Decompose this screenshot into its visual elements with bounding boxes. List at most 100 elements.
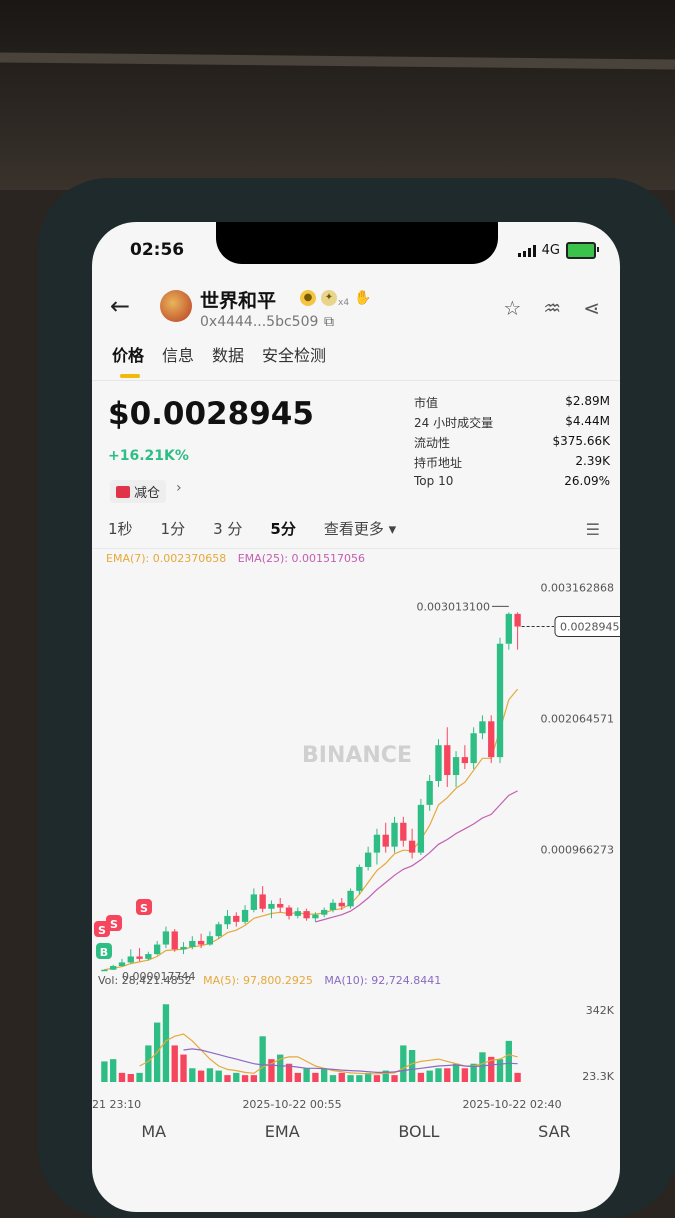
reduce-position-button[interactable]: 减仓 — [110, 480, 167, 503]
volume-tick-label: 23.3K — [582, 1070, 614, 1083]
tab-price[interactable]: 价格 — [112, 342, 144, 366]
candle — [294, 911, 301, 916]
interval-1s[interactable]: 1秒 — [108, 518, 133, 539]
volume-bar — [215, 1070, 222, 1082]
phone-screen: 02:56 4G ← 世界和平 ● ✦ x4 ✋ 0x4444...5bc509… — [92, 222, 620, 1212]
indicator-tab-ema[interactable]: EMA — [265, 1122, 300, 1141]
chart-settings-icon[interactable]: ☰ — [586, 520, 600, 539]
ema25-line — [315, 790, 518, 923]
stat-row: 流动性 $375.66K — [414, 434, 610, 454]
volume-ma5-label: MA(5): 97,800.2925 — [203, 974, 313, 987]
volume-bar — [303, 1068, 310, 1082]
chevron-right-icon[interactable]: › — [176, 480, 182, 496]
tab-info[interactable]: 信息 — [162, 342, 194, 366]
candle — [356, 866, 363, 891]
volume-bar — [110, 1059, 117, 1082]
interval-1m[interactable]: 1分 — [161, 518, 186, 539]
candle — [417, 804, 425, 853]
volume-bar — [312, 1072, 319, 1082]
indicator-tabs: MA EMA BOLL SAR — [92, 1122, 620, 1141]
volume-bar — [356, 1075, 363, 1082]
candle — [162, 931, 170, 945]
share-icon[interactable]: ⋖ — [583, 296, 600, 320]
token-header: ← 世界和平 ● ✦ x4 ✋ 0x4444...5bc509 ⧉ ☆ ♒ ⋖ — [92, 278, 620, 334]
signal-icon — [517, 244, 536, 257]
volume-bar — [426, 1070, 433, 1082]
candle — [400, 822, 407, 841]
candle — [215, 924, 222, 937]
candle — [285, 907, 293, 916]
stat-value: $4.44M — [565, 414, 610, 428]
lightbulb-badge-icon: ✦ — [321, 290, 337, 306]
interval-selector: 1秒 1分 3 分 5分 查看更多 ▾ — [108, 518, 396, 539]
badge-count: x4 — [338, 298, 350, 308]
binance-watermark: BINANCE — [302, 743, 412, 768]
indicator-tab-sar[interactable]: SAR — [538, 1122, 571, 1141]
volume-bar — [444, 1068, 451, 1082]
status-indicators: 4G — [517, 242, 599, 259]
candle — [180, 946, 187, 950]
volume-ma5-line — [139, 1033, 518, 1075]
trade-marker-label: S — [110, 918, 118, 931]
volume-bar — [241, 1075, 249, 1082]
market-stats: 市值 $2.89M 24 小时成交量 $4.44M 流动性 $375.66K 持币地址… — [414, 394, 610, 494]
candle — [391, 822, 398, 847]
candle — [110, 966, 117, 970]
alert-bell-icon[interactable]: ♒ — [543, 296, 561, 320]
candle — [197, 940, 205, 945]
reduce-icon — [116, 485, 130, 498]
candle — [224, 915, 231, 925]
trade-marker-label: S — [140, 902, 148, 915]
candle — [426, 781, 433, 805]
interval-more[interactable]: 查看更多 ▾ — [324, 518, 396, 539]
coin-badge-icon: ● — [300, 290, 316, 306]
interval-3m[interactable]: 3 分 — [213, 518, 242, 539]
x-tick-label: 2025-10-22 00:55 — [242, 1098, 341, 1111]
candle — [347, 890, 354, 907]
back-arrow-icon[interactable]: ← — [110, 292, 130, 320]
divider — [92, 548, 620, 549]
indicator-tab-ma[interactable]: MA — [141, 1122, 166, 1141]
tab-underline — [120, 374, 140, 378]
candle — [488, 721, 495, 758]
candle — [444, 745, 451, 776]
volume-bar — [338, 1072, 345, 1082]
y-tick-label: 0.003162868 — [541, 581, 614, 594]
token-address[interactable]: 0x4444...5bc509 — [200, 314, 318, 330]
candle — [452, 757, 460, 776]
volume-label: Vol: 28,421.4852 — [98, 974, 192, 987]
x-tick-label: 10-21 23:10 — [92, 1098, 141, 1111]
volume-tick-label: 342K — [586, 1004, 615, 1017]
hand-wave-icon: ✋ — [354, 290, 372, 306]
x-tick-label: 2025-10-22 02:40 — [462, 1098, 561, 1111]
candlestick-chart[interactable]: BINANCE 0.003162868 0.002064571 0.000966273… — [92, 562, 620, 1122]
indicator-tab-boll[interactable]: BOLL — [398, 1122, 439, 1141]
volume-bar — [189, 1068, 196, 1082]
volume-bar — [233, 1072, 240, 1082]
volume-bar — [496, 1059, 504, 1082]
current-price: $0.0028945 — [108, 396, 314, 432]
candle — [364, 852, 372, 867]
stat-row: 24 小时成交量 $4.44M — [414, 414, 610, 434]
volume-bar — [145, 1045, 152, 1082]
candle — [373, 834, 381, 853]
stat-value: $2.89M — [565, 394, 610, 408]
candle — [470, 733, 477, 764]
stat-row: Top 10 26.09% — [414, 474, 610, 494]
copy-icon[interactable]: ⧉ — [324, 314, 334, 330]
volume-bar — [400, 1045, 407, 1082]
volume-bar — [224, 1075, 231, 1082]
tab-security[interactable]: 安全检测 — [262, 342, 326, 366]
tab-data[interactable]: 数据 — [212, 342, 244, 366]
volume-bar — [479, 1052, 486, 1082]
stat-label: Top 10 — [414, 474, 454, 488]
candle — [259, 894, 266, 909]
star-icon[interactable]: ☆ — [503, 296, 521, 320]
volume-bar — [294, 1072, 301, 1082]
interval-5m[interactable]: 5分 — [270, 518, 295, 539]
divider — [92, 380, 620, 381]
stat-value: 26.09% — [564, 474, 610, 488]
volume-bar — [347, 1075, 354, 1082]
trade-marker-label: S — [98, 924, 106, 937]
reduce-label: 减仓 — [134, 486, 161, 501]
